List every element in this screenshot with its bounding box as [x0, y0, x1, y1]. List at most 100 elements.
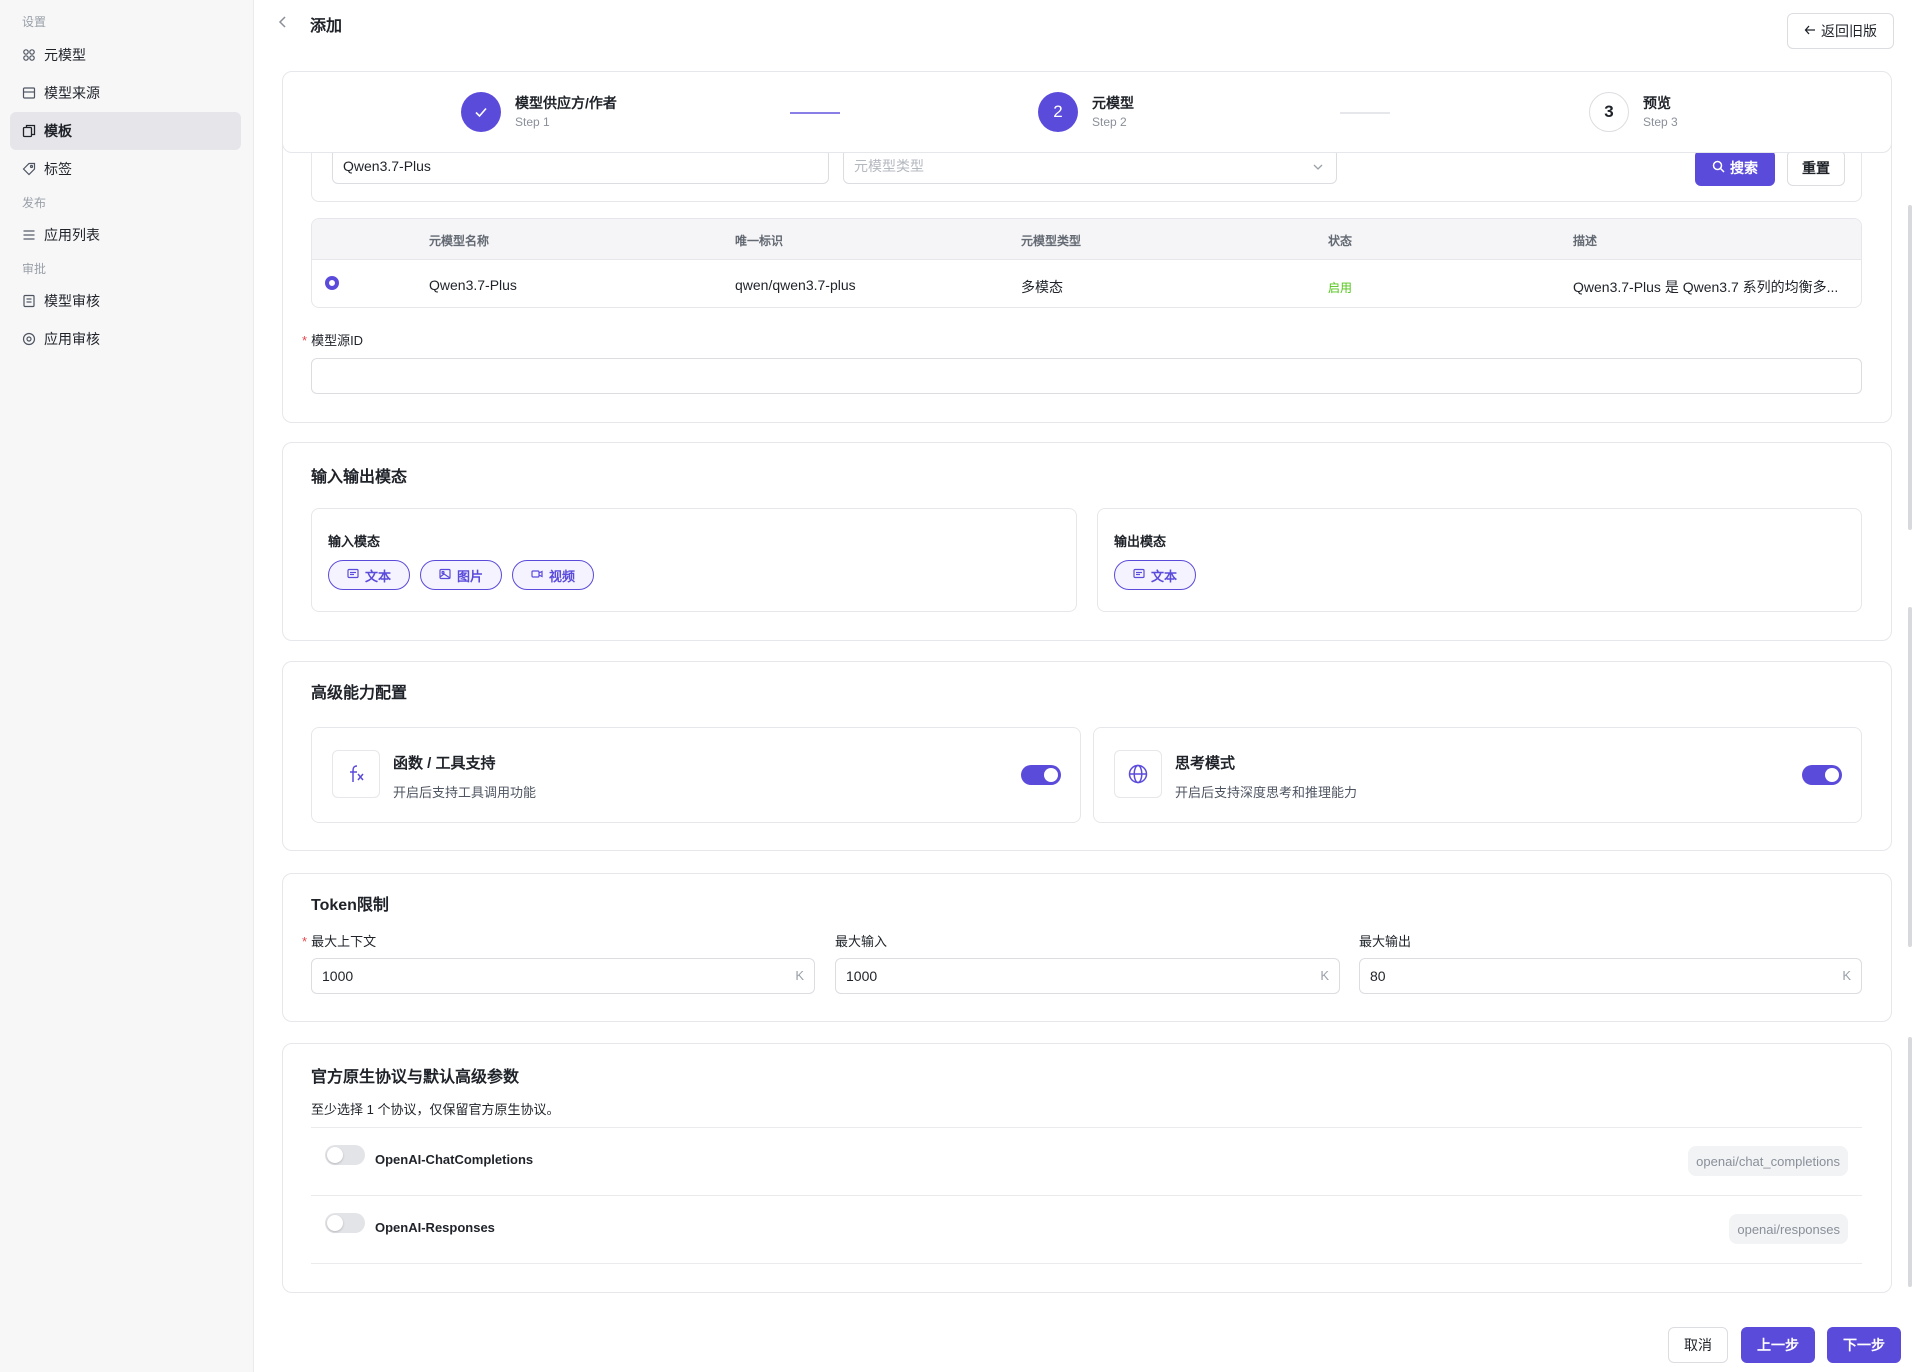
app-review-icon — [22, 332, 36, 346]
sidebar-item-model-source[interactable]: 模型来源 — [10, 74, 241, 112]
page-title: 添加 — [310, 18, 343, 35]
col-header-type: 元模型类型 — [1021, 234, 1082, 248]
function-tool-toggle[interactable] — [1021, 765, 1061, 785]
sidebar-item-label: 标签 — [44, 161, 72, 177]
reset-button[interactable]: 重置 — [1787, 150, 1845, 186]
input-chip-image[interactable]: 图片 — [420, 560, 502, 590]
cell-type: 多模态 — [1021, 279, 1063, 295]
sidebar-group-publish: 发布 — [22, 196, 47, 210]
protocol-toggle-responses[interactable] — [325, 1213, 365, 1233]
token-limit-card: Token限制 — [282, 873, 1892, 1022]
search-icon — [1712, 160, 1725, 176]
return-old-version-button[interactable]: 返回旧版 — [1787, 13, 1894, 49]
protocol-row: OpenAI-Responses openai/responses — [311, 1195, 1862, 1263]
sidebar-item-label: 应用审核 — [44, 331, 100, 347]
sidebar-item-meta-model[interactable]: 元模型 — [10, 36, 241, 74]
meta-model-icon — [22, 48, 36, 62]
status-badge: 启用 — [1328, 281, 1353, 295]
list-icon — [22, 228, 36, 242]
protocol-row: OpenAI-ChatCompletions openai/chat_compl… — [311, 1127, 1862, 1195]
search-button[interactable]: 搜索 — [1695, 150, 1775, 186]
input-modality-box: 输入模态 文本 图片 视频 — [311, 508, 1077, 612]
sidebar-item-label: 应用列表 — [44, 227, 100, 243]
sidebar-item-template[interactable]: 模板 — [10, 112, 241, 150]
step-3-circle: 3 — [1589, 92, 1629, 132]
sidebar-item-label: 模型审核 — [44, 293, 100, 309]
max-output-input[interactable]: 80 K — [1359, 958, 1862, 994]
scrollbar[interactable] — [1908, 1037, 1912, 1287]
thinking-mode-card: 思考模式 开启后支持深度思考和推理能力 — [1093, 727, 1862, 823]
model-name-input[interactable]: Qwen3.7-Plus — [332, 148, 829, 184]
output-modality-title: 输出模态 — [1114, 534, 1167, 549]
thinking-mode-desc: 开启后支持深度思考和推理能力 — [1175, 785, 1358, 800]
io-section-title: 输入输出模态 — [311, 469, 408, 486]
sidebar-item-app-list[interactable]: 应用列表 — [10, 216, 241, 254]
steps-bar: 模型供应方/作者 Step 1 2 元模型 Step 2 3 预览 Step 3 — [282, 71, 1892, 153]
output-chip-text[interactable]: 文本 — [1114, 560, 1196, 590]
advanced-section-title: 高级能力配置 — [311, 685, 408, 702]
max-context-label: * 最大上下文 — [302, 934, 377, 949]
back-chevron-icon[interactable] — [276, 14, 290, 30]
protocol-name: OpenAI-Responses — [375, 1220, 495, 1235]
cell-name: Qwen3.7-Plus — [429, 277, 517, 293]
model-source-id-input[interactable] — [311, 358, 1862, 394]
sidebar-item-app-review[interactable]: 应用审核 — [10, 320, 241, 358]
source-icon — [22, 86, 36, 100]
next-step-button[interactable]: 下一步 — [1827, 1327, 1901, 1363]
col-header-desc: 描述 — [1573, 234, 1598, 248]
step-3-sub: Step 3 — [1643, 115, 1678, 129]
protocol-name: OpenAI-ChatCompletions — [375, 1152, 534, 1167]
function-tool-desc: 开启后支持工具调用功能 — [393, 785, 537, 800]
protocol-tag: openai/chat_completions — [1688, 1146, 1848, 1176]
protocol-hint: 至少选择 1 个协议，仅保留官方原生协议。 — [311, 1102, 560, 1117]
tag-icon — [22, 162, 36, 176]
scrollbar[interactable] — [1908, 607, 1912, 947]
table-header — [312, 219, 1861, 260]
function-tool-card: 函数 / 工具支持 开启后支持工具调用功能 — [311, 727, 1081, 823]
token-section-title: Token限制 — [311, 897, 389, 914]
protocol-section-title: 官方原生协议与默认高级参数 — [311, 1069, 520, 1086]
col-header-name: 元模型名称 — [429, 234, 490, 248]
chevron-down-icon — [1312, 160, 1324, 176]
sidebar-group-review: 审批 — [22, 262, 47, 276]
max-output-label: 最大输出 — [1359, 934, 1412, 949]
image-icon — [439, 568, 451, 583]
text-icon — [347, 568, 359, 583]
protocol-tag: openai/responses — [1729, 1214, 1848, 1244]
step-1-sub: Step 1 — [515, 115, 550, 129]
cancel-button[interactable]: 取消 — [1668, 1327, 1728, 1363]
col-header-id: 唯一标识 — [735, 234, 784, 248]
sidebar-group-settings: 设置 — [22, 15, 47, 29]
sidebar-item-tag[interactable]: 标签 — [10, 150, 241, 188]
output-modality-box: 输出模态 文本 — [1097, 508, 1862, 612]
sidebar-item-model-review[interactable]: 模型审核 — [10, 282, 241, 320]
sidebar: 设置 元模型 模型来源 模板 标签 发布 应用列表 审批 模型审核 应用审核 — [0, 0, 254, 1372]
model-type-select[interactable]: 元模型类型 — [843, 148, 1337, 184]
sidebar-item-label: 元模型 — [44, 47, 86, 63]
input-modality-title: 输入模态 — [328, 534, 381, 549]
max-input-input[interactable]: 1000 K — [835, 958, 1340, 994]
step-2-sub: Step 2 — [1092, 115, 1127, 129]
cell-desc: Qwen3.7-Plus 是 Qwen3.7 系列的均衡多... — [1573, 279, 1839, 295]
step-1-title: 模型供应方/作者 — [515, 95, 617, 111]
prev-step-button[interactable]: 上一步 — [1741, 1327, 1815, 1363]
input-chip-video[interactable]: 视频 — [512, 560, 594, 590]
scrollbar[interactable] — [1908, 205, 1912, 530]
arrow-left-icon — [1804, 23, 1816, 39]
function-icon — [332, 750, 380, 798]
video-icon — [531, 568, 543, 583]
row-select-radio[interactable] — [325, 276, 339, 290]
protocol-toggle-chat-completions[interactable] — [325, 1145, 365, 1165]
max-context-input[interactable]: 1000 K — [311, 958, 815, 994]
sidebar-item-label: 模板 — [44, 123, 72, 139]
thinking-mode-toggle[interactable] — [1802, 765, 1842, 785]
step-connector — [1340, 112, 1390, 114]
max-input-label: 最大输入 — [835, 934, 888, 949]
meta-model-table: 元模型名称 唯一标识 元模型类型 状态 描述 Qwen3.7-Plus qwen… — [311, 218, 1862, 308]
input-chip-text[interactable]: 文本 — [328, 560, 410, 590]
globe-icon — [1114, 750, 1162, 798]
template-icon — [22, 124, 36, 138]
step-connector — [790, 112, 840, 114]
thinking-mode-title: 思考模式 — [1175, 755, 1236, 772]
step-2-title: 元模型 — [1092, 95, 1134, 111]
